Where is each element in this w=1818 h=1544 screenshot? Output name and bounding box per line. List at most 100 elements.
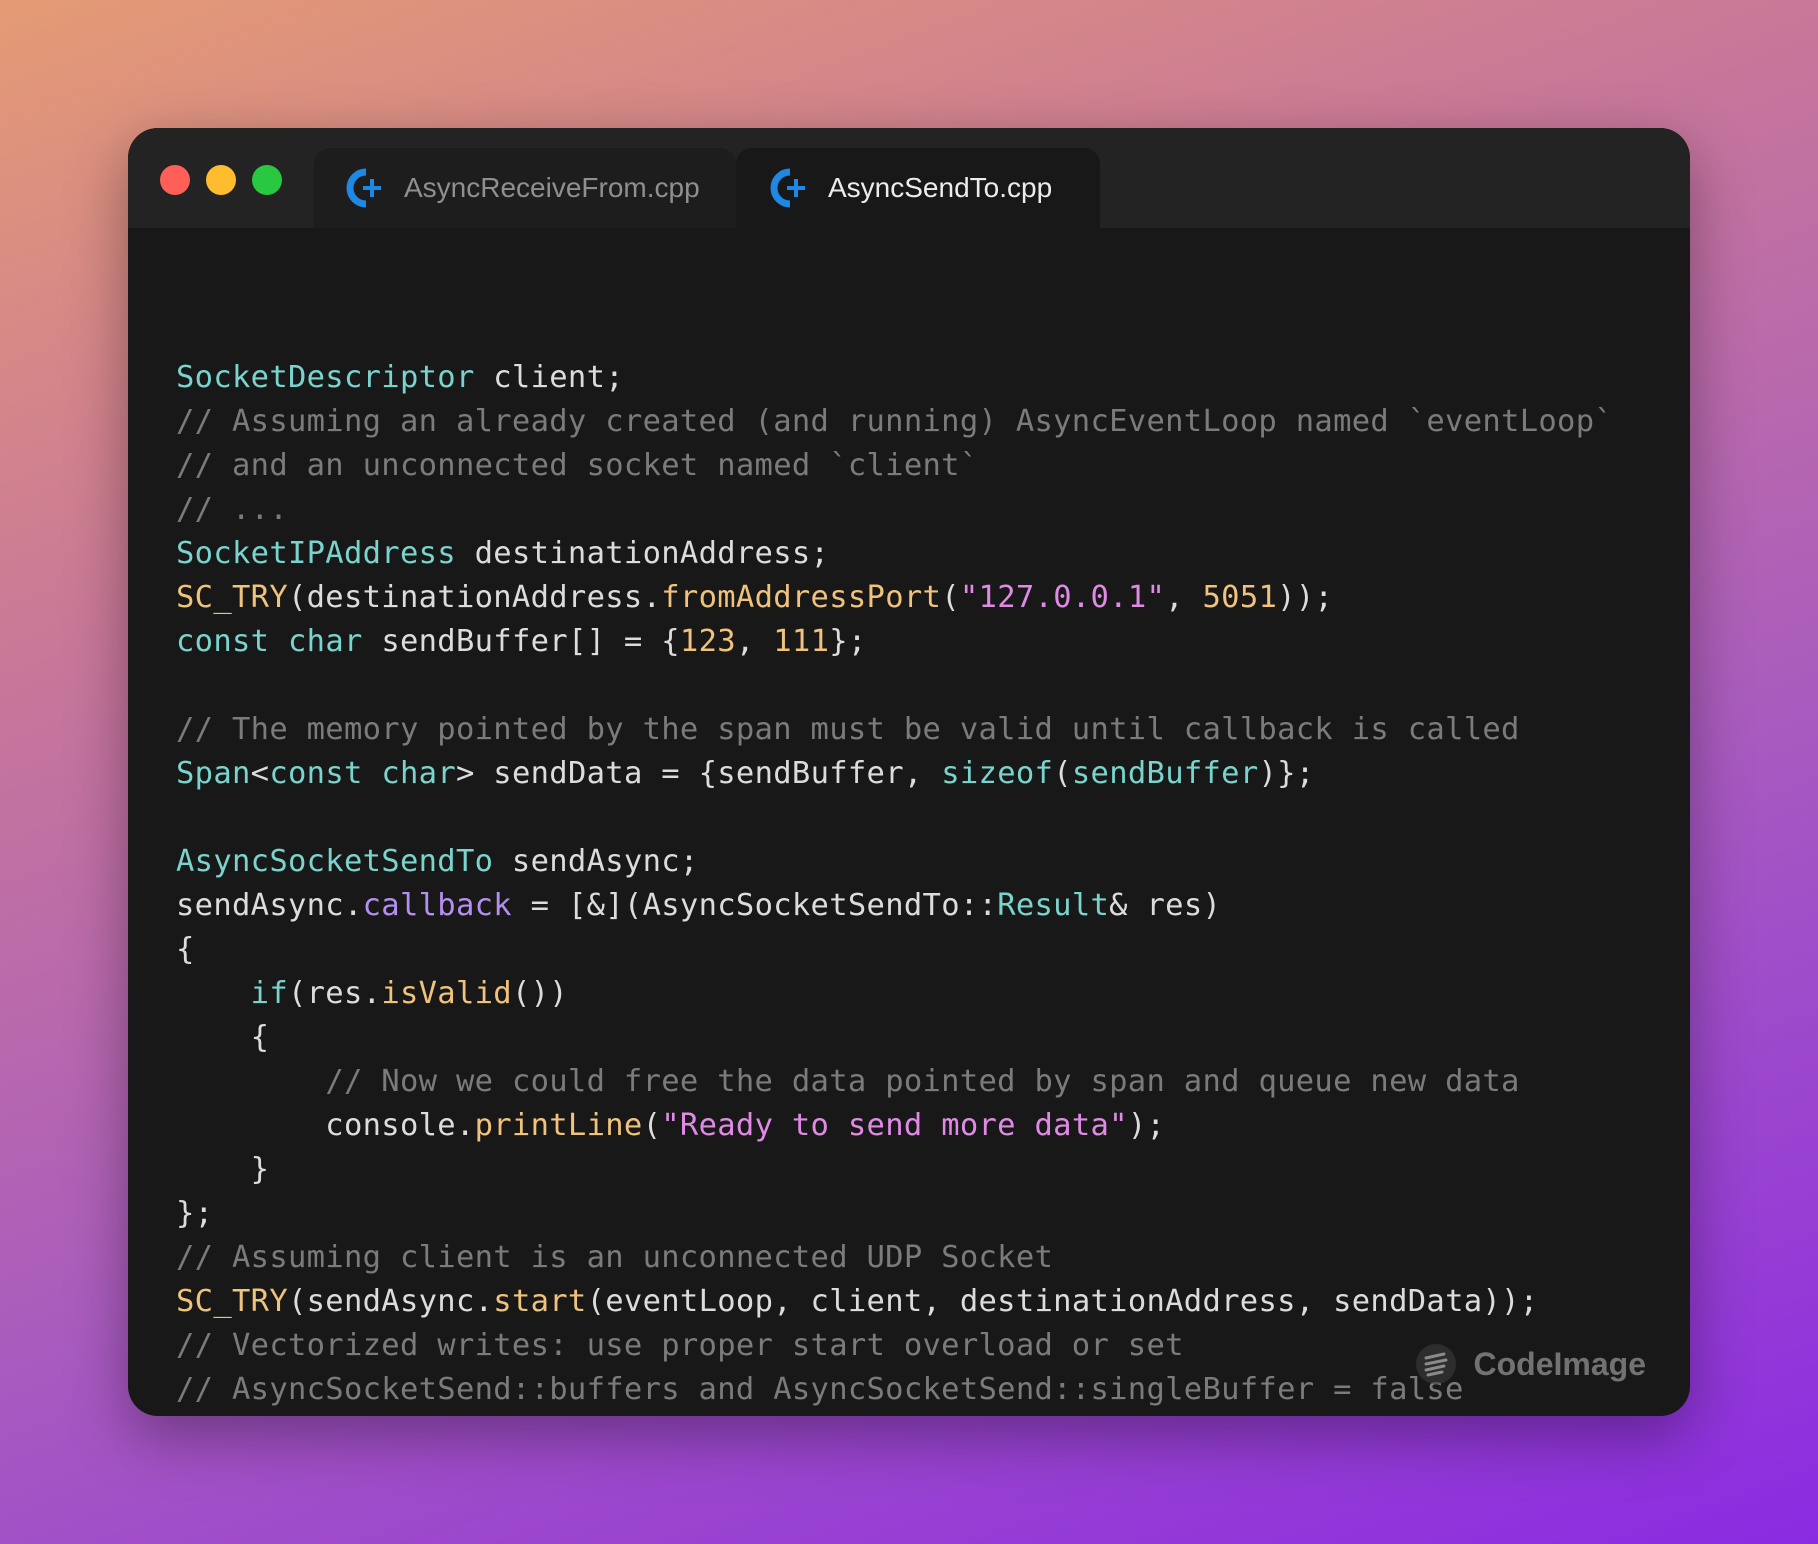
watermark-label: CodeImage: [1473, 1345, 1646, 1382]
code-line: sendAsync.callback = [&](AsyncSocketSend…: [176, 884, 1613, 928]
code-line: // Assuming client is an unconnected UDP…: [176, 1236, 1613, 1280]
code-line: // Now we could free the data pointed by…: [176, 1060, 1613, 1104]
code-line: Span<const char> sendData = {sendBuffer,…: [176, 752, 1613, 796]
code-line: console.printLine("Ready to send more da…: [176, 1104, 1613, 1148]
code-token: SocketDescriptor: [176, 360, 475, 395]
code-token: ()): [511, 976, 568, 1011]
code-line: SC_TRY(destinationAddress.fromAddressPor…: [176, 576, 1613, 620]
code-token: )};: [1258, 756, 1315, 791]
code-token: = [&](AsyncSocketSendTo::: [511, 888, 998, 923]
code-line: if(res.isValid()): [176, 972, 1613, 1016]
code-token: <: [250, 756, 270, 791]
code-token: char: [288, 624, 363, 659]
code-line: SocketIPAddress destinationAddress;: [176, 532, 1613, 576]
minimize-window-button[interactable]: [206, 165, 236, 195]
code-token: sendBuffer[] = {: [362, 624, 680, 659]
code-token: (destinationAddress.: [287, 580, 662, 615]
code-token: {: [176, 932, 195, 967]
code-token: ,: [735, 624, 774, 659]
code-line: SC_TRY(sendAsync.start(eventLoop, client…: [176, 1280, 1613, 1324]
code-token: SC_TRY: [176, 580, 288, 615]
code-token: };: [829, 624, 867, 659]
code-line: // Assuming an already created (and runn…: [176, 400, 1613, 444]
code-token: sizeof: [941, 756, 1054, 791]
code-token: & res): [1109, 888, 1222, 923]
code-line: // Vectorized writes: use proper start o…: [176, 1324, 1613, 1368]
code-token: char: [381, 756, 456, 791]
code-token: client;: [474, 360, 624, 395]
cpp-icon: [346, 168, 381, 208]
code-token: );: [1127, 1108, 1166, 1143]
tab-label: AsyncReceiveFrom.cpp: [404, 172, 700, 203]
title-bar: AsyncReceiveFrom.cpp AsyncSendTo.cpp: [128, 128, 1690, 228]
codeimage-watermark: CodeImage: [1414, 1342, 1646, 1386]
code-token: // Assuming an already created (and runn…: [176, 404, 1614, 439]
code-token: if: [250, 976, 288, 1011]
code-token: {: [176, 1020, 270, 1055]
code-token: SC_TRY: [176, 1284, 288, 1319]
code-token: ));: [1277, 580, 1334, 615]
code-token: SocketIPAddress: [176, 536, 456, 571]
code-line: // and an unconnected socket named `clie…: [176, 444, 1613, 488]
code-token: Result: [997, 888, 1110, 923]
code-token: sendBuffer: [1071, 756, 1259, 791]
code-token: console.: [176, 1108, 475, 1143]
tab-label: AsyncSendTo.cpp: [828, 172, 1053, 203]
code-token: 123: [679, 624, 736, 659]
tab-async-send-to[interactable]: AsyncSendTo.cpp: [736, 148, 1100, 228]
code-token: destinationAddress;: [455, 536, 830, 571]
code-token: };: [176, 1196, 214, 1231]
code-token: const: [176, 624, 270, 659]
code-token: > sendData = {sendBuffer,: [455, 756, 942, 791]
code-token: (: [1053, 756, 1072, 791]
code-token: // The memory pointed by the span must b…: [176, 712, 1520, 747]
code-line: {: [176, 928, 1613, 972]
code-token: }: [176, 1152, 270, 1187]
maximize-window-button[interactable]: [252, 165, 282, 195]
code-line: // The memory pointed by the span must b…: [176, 708, 1613, 752]
code-token: printLine: [474, 1108, 643, 1143]
code-token: // Vectorized writes: use proper start o…: [176, 1328, 1184, 1363]
code-token: callback: [362, 888, 512, 923]
tab-async-receive-from[interactable]: AsyncReceiveFrom.cpp: [314, 148, 736, 228]
code-line: const char sendBuffer[] = {123, 111};: [176, 620, 1613, 664]
code-token: ,: [1165, 580, 1203, 615]
code-token: sendAsync.: [176, 888, 363, 923]
code-token: "Ready to send more data": [661, 1108, 1128, 1143]
code-token: (eventLoop, client, destinationAddress, …: [586, 1284, 1539, 1319]
code-line: };: [176, 1192, 1613, 1236]
code-token: (sendAsync.: [287, 1284, 494, 1319]
code-token: // AsyncSocketSend::buffers and AsyncSoc…: [176, 1372, 1464, 1407]
code-token: 111: [773, 624, 830, 659]
code-token: Span: [176, 756, 251, 791]
code-line: // AsyncSocketSend::buffers and AsyncSoc…: [176, 1368, 1613, 1412]
code-token: AsyncSocketSendTo: [176, 844, 494, 879]
code-line: AsyncSocketSendTo sendAsync;: [176, 840, 1613, 884]
code-line: {: [176, 1016, 1613, 1060]
code-line: }: [176, 1148, 1613, 1192]
code-line: // ...: [176, 488, 1613, 532]
cpp-icon: [770, 168, 805, 208]
code-token: fromAddressPort: [661, 580, 942, 615]
code-token: isValid: [381, 976, 512, 1011]
code-token: // ...: [176, 492, 288, 527]
code-token: (res.: [287, 976, 382, 1011]
code-window: AsyncReceiveFrom.cpp AsyncSendTo.cpp Soc…: [128, 128, 1690, 1416]
code-editor[interactable]: SocketDescriptor client; // Assuming an a…: [176, 312, 1613, 1412]
code-line: SocketDescriptor client;: [176, 356, 1613, 400]
code-token: start: [493, 1284, 587, 1319]
code-token: "127.0.0.1": [959, 580, 1166, 615]
close-window-button[interactable]: [160, 165, 190, 195]
code-token: const: [269, 756, 363, 791]
code-token: (: [642, 1108, 662, 1143]
code-token: sendAsync;: [493, 844, 699, 879]
code-token: (: [941, 580, 960, 615]
codeimage-logo-icon: [1415, 1344, 1456, 1384]
